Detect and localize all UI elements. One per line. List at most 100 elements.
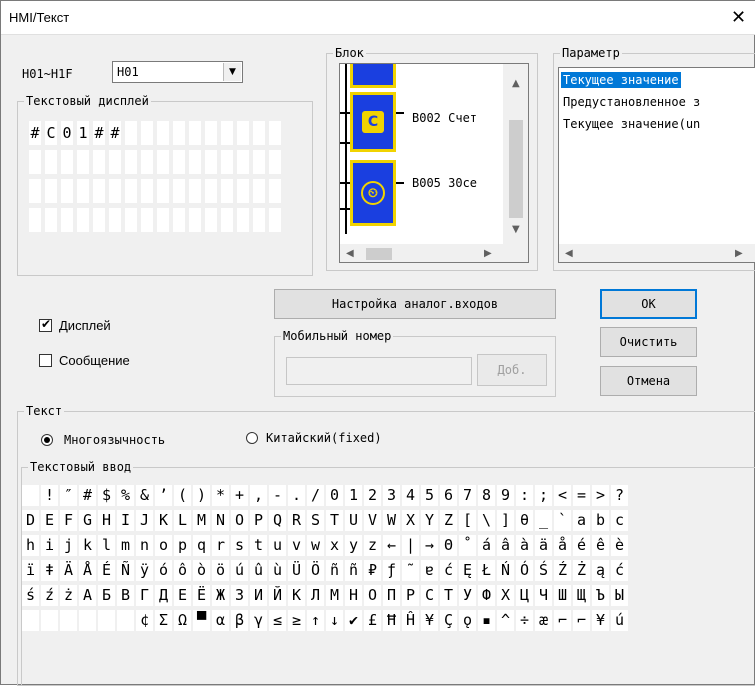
palette-char[interactable]: Å bbox=[79, 560, 96, 581]
palette-char[interactable]: ò bbox=[193, 560, 210, 581]
palette-char[interactable]: V bbox=[364, 510, 381, 531]
palette-char[interactable]: ć bbox=[611, 560, 628, 581]
palette-char[interactable]: О bbox=[364, 585, 381, 606]
palette-char[interactable]: Ż bbox=[573, 560, 590, 581]
palette-char[interactable]: c bbox=[611, 510, 628, 531]
palette-char[interactable]: k bbox=[79, 535, 96, 556]
palette-char[interactable]: m bbox=[117, 535, 134, 556]
display-cell[interactable] bbox=[29, 150, 41, 174]
display-cell[interactable] bbox=[125, 179, 137, 203]
display-cell[interactable] bbox=[269, 150, 281, 174]
palette-char[interactable]: Ç bbox=[440, 610, 457, 631]
palette-char[interactable]: Ħ bbox=[383, 610, 400, 631]
scroll-right-icon[interactable]: ▶ bbox=[735, 248, 743, 259]
block-list[interactable]: C B002 Счет ⏲ B005 30се ▲ ▼ ◀ ▶ bbox=[339, 63, 529, 263]
palette-char[interactable]: - bbox=[269, 485, 286, 506]
palette-char[interactable]: Е bbox=[174, 585, 191, 606]
palette-char[interactable]: ó bbox=[155, 560, 172, 581]
palette-char[interactable]: ć bbox=[440, 560, 457, 581]
palette-char[interactable]: 5 bbox=[421, 485, 438, 506]
display-cell[interactable] bbox=[269, 208, 281, 232]
palette-char[interactable]: ¢ bbox=[136, 610, 153, 631]
palette-char[interactable]: U bbox=[345, 510, 362, 531]
display-cell[interactable] bbox=[189, 179, 201, 203]
palette-char[interactable]: ƒ bbox=[383, 560, 400, 581]
palette-char[interactable]: b bbox=[592, 510, 609, 531]
message-checkbox[interactable] bbox=[39, 354, 52, 367]
palette-char[interactable]: ù bbox=[269, 560, 286, 581]
palette-char[interactable]: G bbox=[79, 510, 96, 531]
palette-char[interactable]: ˚ bbox=[459, 535, 476, 556]
chinese-fixed-radio[interactable] bbox=[246, 432, 258, 444]
palette-char[interactable]: ú bbox=[231, 560, 248, 581]
palette-char[interactable]: ″ bbox=[60, 485, 77, 506]
display-cell[interactable] bbox=[77, 150, 89, 174]
palette-char[interactable]: y bbox=[345, 535, 362, 556]
cancel-button[interactable]: Отмена bbox=[600, 366, 697, 396]
palette-char[interactable]: R bbox=[288, 510, 305, 531]
display-cell[interactable] bbox=[205, 150, 217, 174]
palette-char[interactable]: ! bbox=[41, 485, 58, 506]
palette-char[interactable]: ą bbox=[592, 560, 609, 581]
palette-char[interactable]: S bbox=[307, 510, 324, 531]
display-cell[interactable] bbox=[173, 208, 185, 232]
display-cell[interactable] bbox=[173, 179, 185, 203]
display-cell[interactable] bbox=[45, 150, 57, 174]
palette-char[interactable]: p bbox=[174, 535, 191, 556]
palette-char[interactable]: Д bbox=[155, 585, 172, 606]
palette-char[interactable]: Г bbox=[136, 585, 153, 606]
palette-char[interactable]: Ъ bbox=[592, 585, 609, 606]
display-cell[interactable] bbox=[253, 208, 265, 232]
display-cell[interactable] bbox=[93, 150, 105, 174]
display-cell[interactable] bbox=[189, 150, 201, 174]
palette-char[interactable]: a bbox=[573, 510, 590, 531]
palette-char[interactable] bbox=[22, 610, 39, 631]
palette-char[interactable]: : bbox=[516, 485, 533, 506]
parameter-item-current-un[interactable]: Текущее значение(un bbox=[561, 116, 702, 132]
palette-char[interactable]: Ñ bbox=[117, 560, 134, 581]
display-cell[interactable] bbox=[125, 208, 137, 232]
palette-char[interactable]: ǂ bbox=[41, 560, 58, 581]
display-cell[interactable] bbox=[237, 150, 249, 174]
palette-char[interactable]: ¥ bbox=[421, 610, 438, 631]
display-cell[interactable]: # bbox=[93, 121, 105, 145]
palette-char[interactable]: å bbox=[554, 535, 571, 556]
block-item-counter-label[interactable]: B002 Счет bbox=[412, 111, 477, 125]
display-cell[interactable] bbox=[221, 121, 233, 145]
palette-char[interactable]: Р bbox=[402, 585, 419, 606]
palette-char[interactable]: O bbox=[231, 510, 248, 531]
palette-char[interactable]: ś bbox=[22, 585, 39, 606]
display-cell[interactable] bbox=[173, 121, 185, 145]
palette-char[interactable]: α bbox=[212, 610, 229, 631]
palette-char[interactable]: l bbox=[98, 535, 115, 556]
palette-char[interactable]: П bbox=[383, 585, 400, 606]
palette-char[interactable]: Q bbox=[269, 510, 286, 531]
display-cell[interactable] bbox=[205, 179, 217, 203]
palette-char[interactable]: ¥ bbox=[592, 610, 609, 631]
character-palette[interactable]: ! ″ # $% &’() * +, -./0 1 2 3 4 5 6 7 8 9:; < = >? D E F G H I J K L… bbox=[22, 485, 630, 656]
analog-setup-button[interactable]: Настройка аналог.входов bbox=[274, 289, 556, 319]
scroll-up-icon[interactable]: ▲ bbox=[512, 78, 520, 89]
palette-char[interactable]: ( bbox=[174, 485, 191, 506]
palette-char[interactable]: Ä bbox=[60, 560, 77, 581]
palette-char[interactable]: æ bbox=[535, 610, 552, 631]
palette-char[interactable]: â bbox=[497, 535, 514, 556]
display-cell[interactable] bbox=[109, 179, 121, 203]
text-display-grid[interactable]: # C 0 1 # # bbox=[29, 121, 281, 232]
clear-button[interactable]: Очистить bbox=[600, 327, 697, 357]
palette-char[interactable]: É bbox=[98, 560, 115, 581]
display-cell[interactable] bbox=[141, 121, 153, 145]
display-cell[interactable] bbox=[109, 150, 121, 174]
palette-char[interactable] bbox=[98, 610, 115, 631]
palette-char[interactable]: £ bbox=[364, 610, 381, 631]
palette-char[interactable] bbox=[79, 610, 96, 631]
palette-char[interactable]: Т bbox=[440, 585, 457, 606]
palette-char[interactable]: К bbox=[288, 585, 305, 606]
scroll-down-icon[interactable]: ▼ bbox=[512, 224, 520, 235]
palette-char[interactable]: 2 bbox=[364, 485, 381, 506]
palette-char[interactable]: Ó bbox=[516, 560, 533, 581]
display-cell[interactable] bbox=[221, 179, 233, 203]
palette-char[interactable]: ê bbox=[592, 535, 609, 556]
palette-char[interactable]: < bbox=[554, 485, 571, 506]
palette-char[interactable]: ⌐ bbox=[573, 610, 590, 631]
